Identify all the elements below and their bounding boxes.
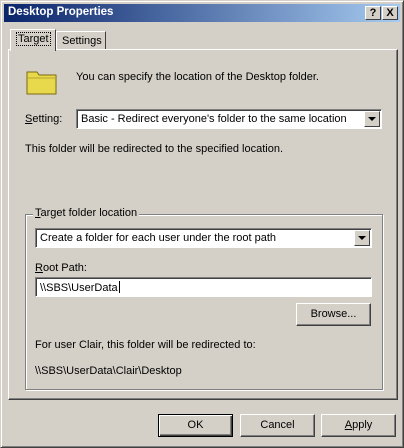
ok-button-label: OK [187, 419, 204, 431]
close-button[interactable]: X [382, 6, 398, 20]
desktop-properties-dialog: Desktop Properties ? X Target Settings Y… [0, 0, 404, 448]
target-location-dropdown-button[interactable] [354, 230, 370, 246]
tab-target[interactable]: Target [10, 29, 56, 51]
target-tab-panel: You can specify the location of the Desk… [8, 49, 398, 400]
ok-button[interactable]: OK [158, 414, 233, 437]
setting-dropdown[interactable]: Basic - Redirect everyone's folder to th… [76, 109, 382, 129]
text-caret [118, 281, 120, 293]
tab-settings-label: Settings [62, 35, 102, 47]
target-location-dropdown[interactable]: Create a folder for each user under the … [35, 228, 372, 248]
chevron-down-icon [368, 117, 376, 121]
chevron-down-icon [358, 236, 366, 240]
browse-button-label: Browse... [310, 308, 357, 320]
setting-dropdown-value: Basic - Redirect everyone's folder to th… [81, 113, 347, 125]
redirect-note: This folder will be redirected to the sp… [25, 143, 284, 155]
setting-label: Setting: [25, 113, 63, 125]
cancel-button-label: Cancel [260, 419, 295, 431]
apply-button[interactable]: Apply [321, 414, 396, 437]
window-title: Desktop Properties [8, 6, 114, 18]
target-location-dropdown-value: Create a folder for each user under the … [40, 232, 277, 244]
user-note: For user Clair, this folder will be redi… [35, 339, 256, 351]
setting-dropdown-button[interactable] [364, 111, 380, 127]
folder-icon [26, 71, 57, 95]
root-path-label: Root Path: [35, 262, 87, 274]
cancel-button[interactable]: Cancel [240, 414, 315, 437]
root-path-input[interactable]: \\SBS\UserData [35, 277, 372, 297]
help-button[interactable]: ? [365, 6, 381, 20]
group-title: Target folder location [33, 207, 140, 219]
title-bar[interactable]: Desktop Properties ? X [4, 4, 400, 22]
apply-button-label: Apply [344, 419, 373, 431]
description-text: You can specify the location of the Desk… [76, 71, 319, 83]
tab-settings[interactable]: Settings [56, 31, 106, 51]
resolved-path: \\SBS\UserData\Clair\Desktop [35, 365, 182, 377]
root-path-value: \\SBS\UserData [40, 282, 118, 294]
browse-button[interactable]: Browse... [296, 303, 371, 326]
tab-target-label: Target [16, 32, 51, 46]
